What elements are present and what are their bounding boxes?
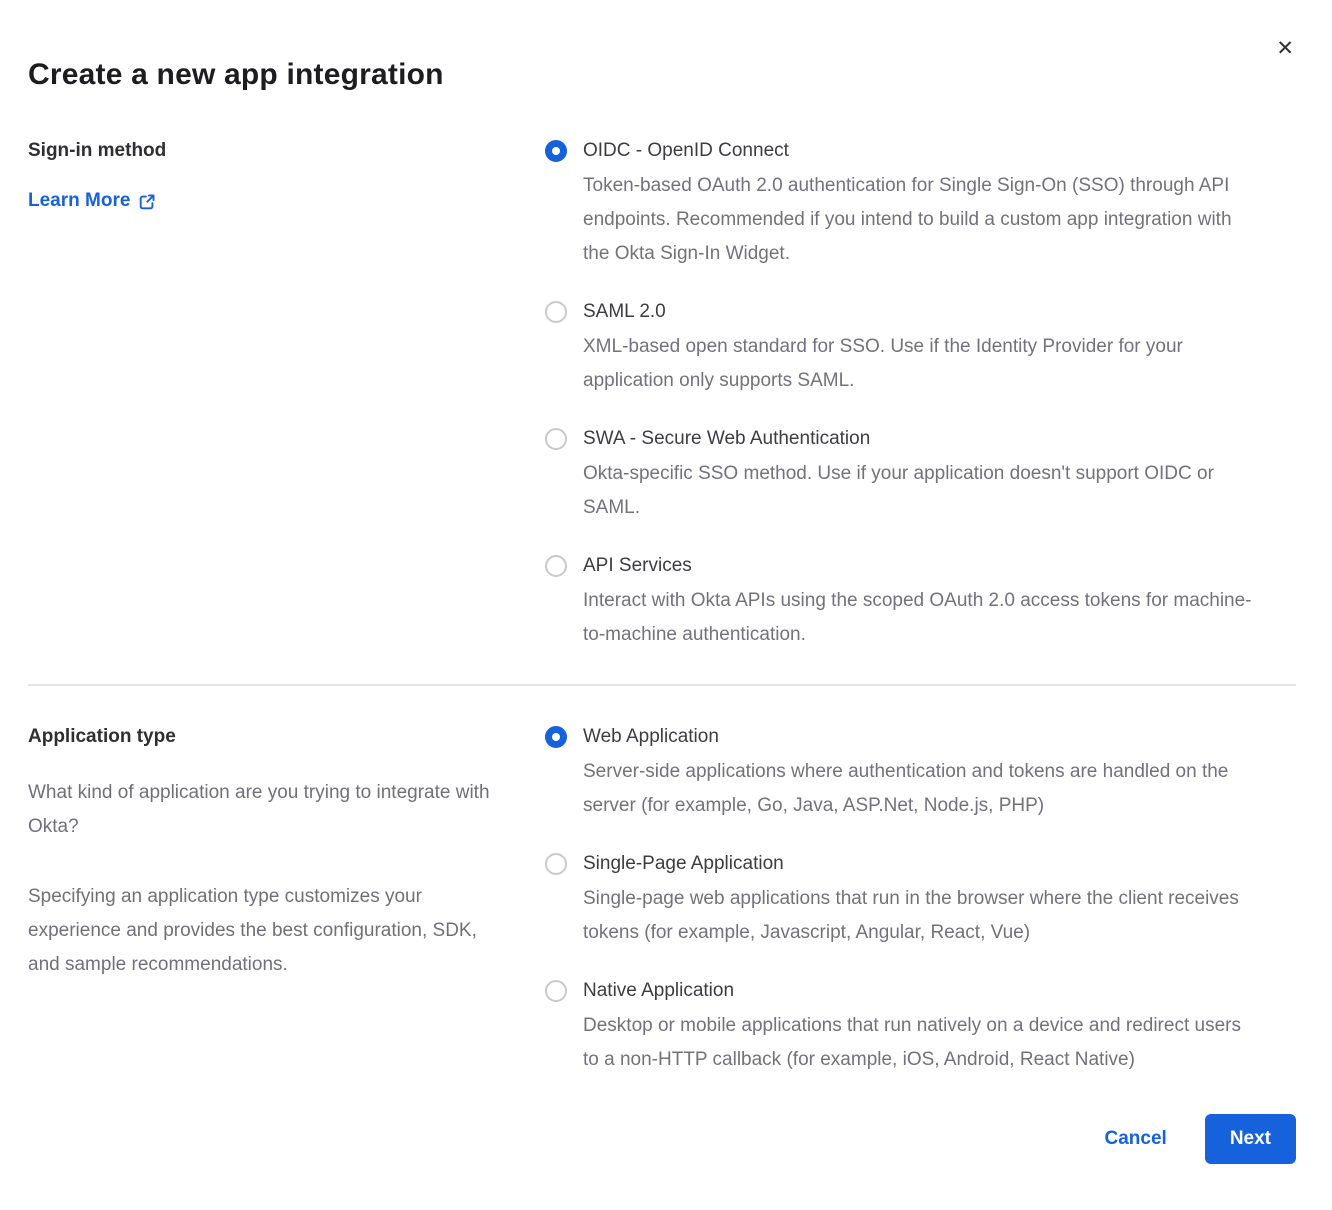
radio-unselected-icon[interactable] xyxy=(545,555,567,577)
radio-option-swa[interactable]: SWA - Secure Web Authentication Okta-spe… xyxy=(545,428,1261,525)
radio-option-api-services[interactable]: API Services Interact with Okta APIs usi… xyxy=(545,555,1261,652)
radio-option-description: Desktop or mobile applications that run … xyxy=(583,1009,1261,1077)
radio-option-description: Token-based OAuth 2.0 authentication for… xyxy=(583,169,1261,271)
radio-option-label: OIDC - OpenID Connect xyxy=(583,140,1261,162)
radio-unselected-icon[interactable] xyxy=(545,428,567,450)
dialog-footer: Cancel Next xyxy=(1105,1114,1297,1164)
sign-in-method-section: Sign-in method Learn More OIDC - OpenID … xyxy=(28,140,1296,652)
dialog-title: Create a new app integration xyxy=(28,58,1296,92)
next-button[interactable]: Next xyxy=(1205,1114,1296,1164)
radio-option-web-application[interactable]: Web Application Server-side applications… xyxy=(545,726,1261,823)
application-type-helper-2: Specifying an application type customize… xyxy=(28,880,508,982)
radio-option-saml[interactable]: SAML 2.0 XML-based open standard for SSO… xyxy=(545,301,1261,398)
radio-option-single-page-application[interactable]: Single-Page Application Single-page web … xyxy=(545,853,1261,950)
radio-option-description: Interact with Okta APIs using the scoped… xyxy=(583,584,1261,652)
radio-option-oidc[interactable]: OIDC - OpenID Connect Token-based OAuth … xyxy=(545,140,1261,271)
application-type-options: Web Application Server-side applications… xyxy=(545,726,1261,1077)
radio-unselected-icon[interactable] xyxy=(545,853,567,875)
learn-more-label: Learn More xyxy=(28,190,130,212)
application-type-helper-1: What kind of application are you trying … xyxy=(28,776,508,844)
radio-option-description: Okta-specific SSO method. Use if your ap… xyxy=(583,457,1261,525)
radio-selected-icon[interactable] xyxy=(545,140,567,162)
radio-unselected-icon[interactable] xyxy=(545,301,567,323)
application-type-label: Application type xyxy=(28,726,525,748)
sign-in-method-options: OIDC - OpenID Connect Token-based OAuth … xyxy=(545,140,1261,652)
radio-option-label: SWA - Secure Web Authentication xyxy=(583,428,1261,450)
external-link-icon xyxy=(138,191,156,211)
radio-option-label: Web Application xyxy=(583,726,1261,748)
radio-option-label: API Services xyxy=(583,555,1261,577)
cancel-button[interactable]: Cancel xyxy=(1105,1128,1167,1150)
radio-option-label: Native Application xyxy=(583,980,1261,1002)
learn-more-link[interactable]: Learn More xyxy=(28,190,156,212)
radio-option-description: XML-based open standard for SSO. Use if … xyxy=(583,330,1261,398)
section-divider xyxy=(28,684,1296,686)
close-icon[interactable]: ✕ xyxy=(1276,38,1294,59)
sign-in-method-label: Sign-in method xyxy=(28,140,525,162)
radio-option-label: SAML 2.0 xyxy=(583,301,1261,323)
radio-option-description: Server-side applications where authentic… xyxy=(583,755,1261,823)
radio-option-native-application[interactable]: Native Application Desktop or mobile app… xyxy=(545,980,1261,1077)
radio-selected-icon[interactable] xyxy=(545,726,567,748)
radio-option-label: Single-Page Application xyxy=(583,853,1261,875)
create-app-integration-dialog: ✕ Create a new app integration Sign-in m… xyxy=(0,0,1332,1210)
application-type-section: Application type What kind of applicatio… xyxy=(28,726,1296,1077)
radio-unselected-icon[interactable] xyxy=(545,980,567,1002)
radio-option-description: Single-page web applications that run in… xyxy=(583,882,1261,950)
